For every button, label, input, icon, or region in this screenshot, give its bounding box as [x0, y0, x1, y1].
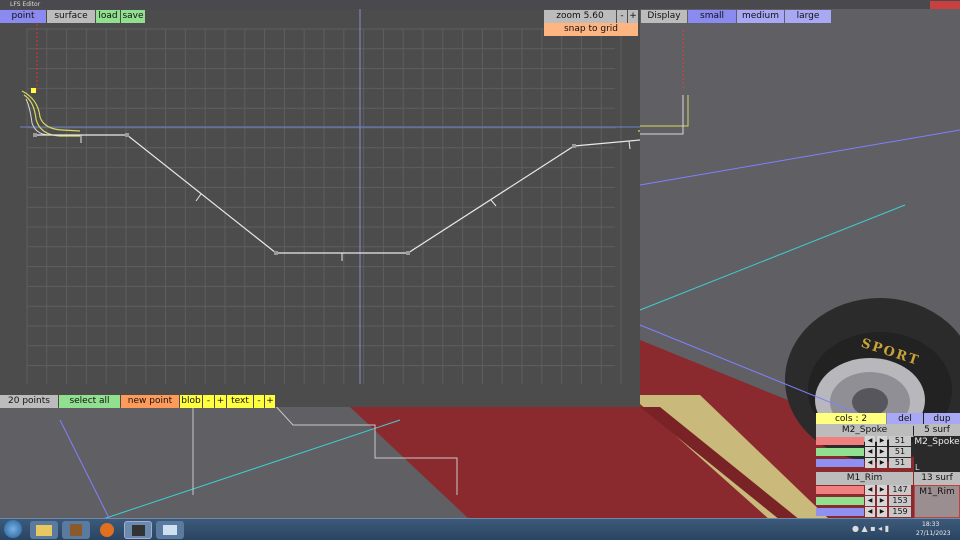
point-button[interactable]: point — [0, 10, 46, 23]
display-large-button[interactable]: large — [785, 10, 831, 23]
surface-button[interactable]: surface — [47, 10, 95, 23]
arrow-left-icon[interactable]: ◀ — [865, 496, 875, 506]
window-icon[interactable] — [156, 521, 184, 539]
arrow-right-icon[interactable]: ▶ — [877, 436, 887, 446]
color-value-b: 159 — [889, 507, 911, 517]
folder-icon[interactable] — [30, 521, 58, 539]
editor-grid[interactable] — [0, 9, 691, 407]
arrow-right-icon[interactable]: ▶ — [877, 496, 887, 506]
arrow-right-icon[interactable]: ▶ — [877, 447, 887, 457]
object-preview-m2-spoke[interactable]: M2_Spoke — [914, 436, 960, 472]
tray-icons[interactable]: ● ▲ ▪ ◂ ▮ — [852, 524, 912, 534]
arrow-right-icon[interactable]: ▶ — [877, 485, 887, 495]
anchor-point — [31, 88, 36, 93]
app-icon[interactable] — [62, 521, 90, 539]
lfs-icon[interactable] — [124, 521, 152, 539]
color-bar-red[interactable] — [816, 486, 864, 494]
preview-label: M1_Rim — [919, 487, 955, 497]
color-value-g: 51 — [889, 447, 911, 457]
color-bar-red[interactable] — [816, 437, 864, 445]
zoom-label: zoom 5.60 — [544, 10, 616, 23]
clock-time: 18:33 — [922, 521, 940, 528]
blob-minus-button[interactable]: - — [203, 395, 214, 408]
text-plus-button[interactable]: + — [265, 395, 275, 408]
color-value-b: 51 — [889, 458, 911, 468]
zoom-minus-button[interactable]: - — [617, 10, 627, 23]
start-button[interactable] — [4, 520, 22, 538]
blob-plus-button[interactable]: + — [215, 395, 226, 408]
color-bar-green[interactable] — [816, 448, 864, 456]
color-bar-blue[interactable] — [816, 459, 864, 467]
object-name-m1-rim[interactable]: M1_Rim — [816, 472, 913, 485]
arrow-right-icon[interactable]: ▶ — [877, 507, 887, 517]
color-value-g: 153 — [889, 496, 911, 506]
window-title: LFS Editor — [0, 0, 960, 9]
color-value-r: 147 — [889, 485, 911, 495]
taskbar: ● ▲ ▪ ◂ ▮ 18:33 27/11/2023 — [0, 518, 960, 540]
arrow-right-icon[interactable]: ▶ — [877, 458, 887, 468]
clock-date: 27/11/2023 — [916, 530, 951, 537]
zoom-plus-button[interactable]: + — [628, 10, 638, 23]
arrow-left-icon[interactable]: ◀ — [865, 458, 875, 468]
text-label: text — [227, 395, 253, 408]
color-bar-blue[interactable] — [816, 508, 864, 516]
firefox-icon[interactable] — [94, 521, 122, 539]
preview-label: M2_Spoke — [914, 437, 960, 447]
close-icon[interactable] — [930, 1, 960, 9]
text-minus-button[interactable]: - — [254, 395, 264, 408]
arrow-left-icon[interactable]: ◀ — [865, 507, 875, 517]
arrow-left-icon[interactable]: ◀ — [865, 447, 875, 457]
color-value-r: 51 — [889, 436, 911, 446]
new-point-button[interactable]: new point — [121, 395, 179, 408]
display-medium-button[interactable]: medium — [737, 10, 784, 23]
object-surf-count: 13 surf — [914, 472, 960, 485]
points-count: 20 points — [0, 395, 58, 408]
display-small-button[interactable]: small — [688, 10, 736, 23]
object-preview-m1-rim[interactable]: M1_Rim — [914, 485, 960, 518]
display-label: Display — [641, 10, 687, 23]
arrow-left-icon[interactable]: ◀ — [865, 485, 875, 495]
load-button[interactable]: load — [96, 10, 120, 23]
snap-to-grid-button[interactable]: snap to grid — [544, 23, 638, 36]
save-button[interactable]: save — [121, 10, 145, 23]
arrow-left-icon[interactable]: ◀ — [865, 436, 875, 446]
profile-editor[interactable] — [0, 9, 691, 407]
select-all-button[interactable]: select all — [59, 395, 120, 408]
blob-label: blob — [180, 395, 202, 408]
color-bar-green[interactable] — [816, 497, 864, 505]
lock-label[interactable]: L — [915, 463, 919, 472]
